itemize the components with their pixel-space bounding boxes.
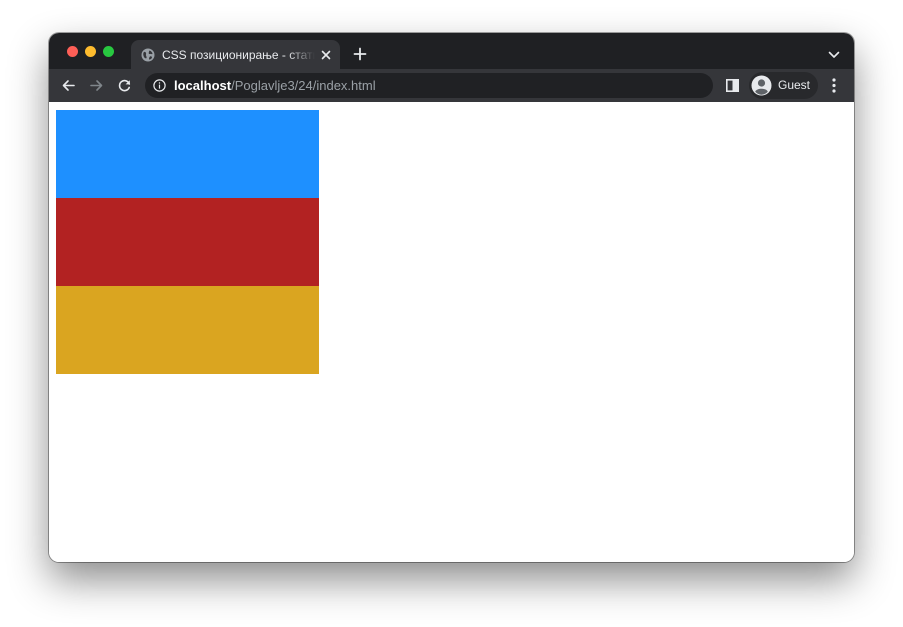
url-host: localhost xyxy=(174,78,232,93)
url-path: /Poglavlje3/24/index.html xyxy=(231,78,376,93)
globe-icon xyxy=(141,48,155,62)
gold-box xyxy=(56,286,319,374)
url-text[interactable]: localhost/Poglavlje3/24/index.html xyxy=(174,77,376,94)
browser-tab[interactable]: CSS позиционирање - статичко xyxy=(131,40,340,69)
profile-name: Guest xyxy=(778,78,811,92)
profile-button[interactable]: Guest xyxy=(749,72,818,99)
close-window-button[interactable] xyxy=(67,46,78,57)
side-panel-icon[interactable] xyxy=(726,79,739,92)
red-box xyxy=(56,198,319,286)
address-bar[interactable]: localhost/Poglavlje3/24/index.html xyxy=(145,73,713,98)
reload-icon[interactable] xyxy=(117,78,132,93)
avatar-icon xyxy=(751,75,772,96)
blue-box xyxy=(56,110,319,198)
browser-toolbar: localhost/Poglavlje3/24/index.html Guest xyxy=(49,69,854,102)
maximize-window-button[interactable] xyxy=(103,46,114,57)
page-content xyxy=(49,102,854,562)
title-bar: CSS позиционирање - статичко xyxy=(49,33,854,69)
info-icon[interactable] xyxy=(153,79,166,92)
back-arrow-icon[interactable] xyxy=(61,78,76,93)
forward-arrow-icon[interactable] xyxy=(89,78,104,93)
close-tab-icon[interactable] xyxy=(320,49,332,61)
new-tab-icon[interactable] xyxy=(353,47,367,61)
tab-title: CSS позиционирање - статичко xyxy=(162,48,315,62)
minimize-window-button[interactable] xyxy=(85,46,96,57)
browser-window: CSS позиционирање - статичко xyxy=(49,33,854,562)
chevron-down-icon[interactable] xyxy=(828,51,840,59)
kebab-menu-icon[interactable] xyxy=(830,77,838,94)
